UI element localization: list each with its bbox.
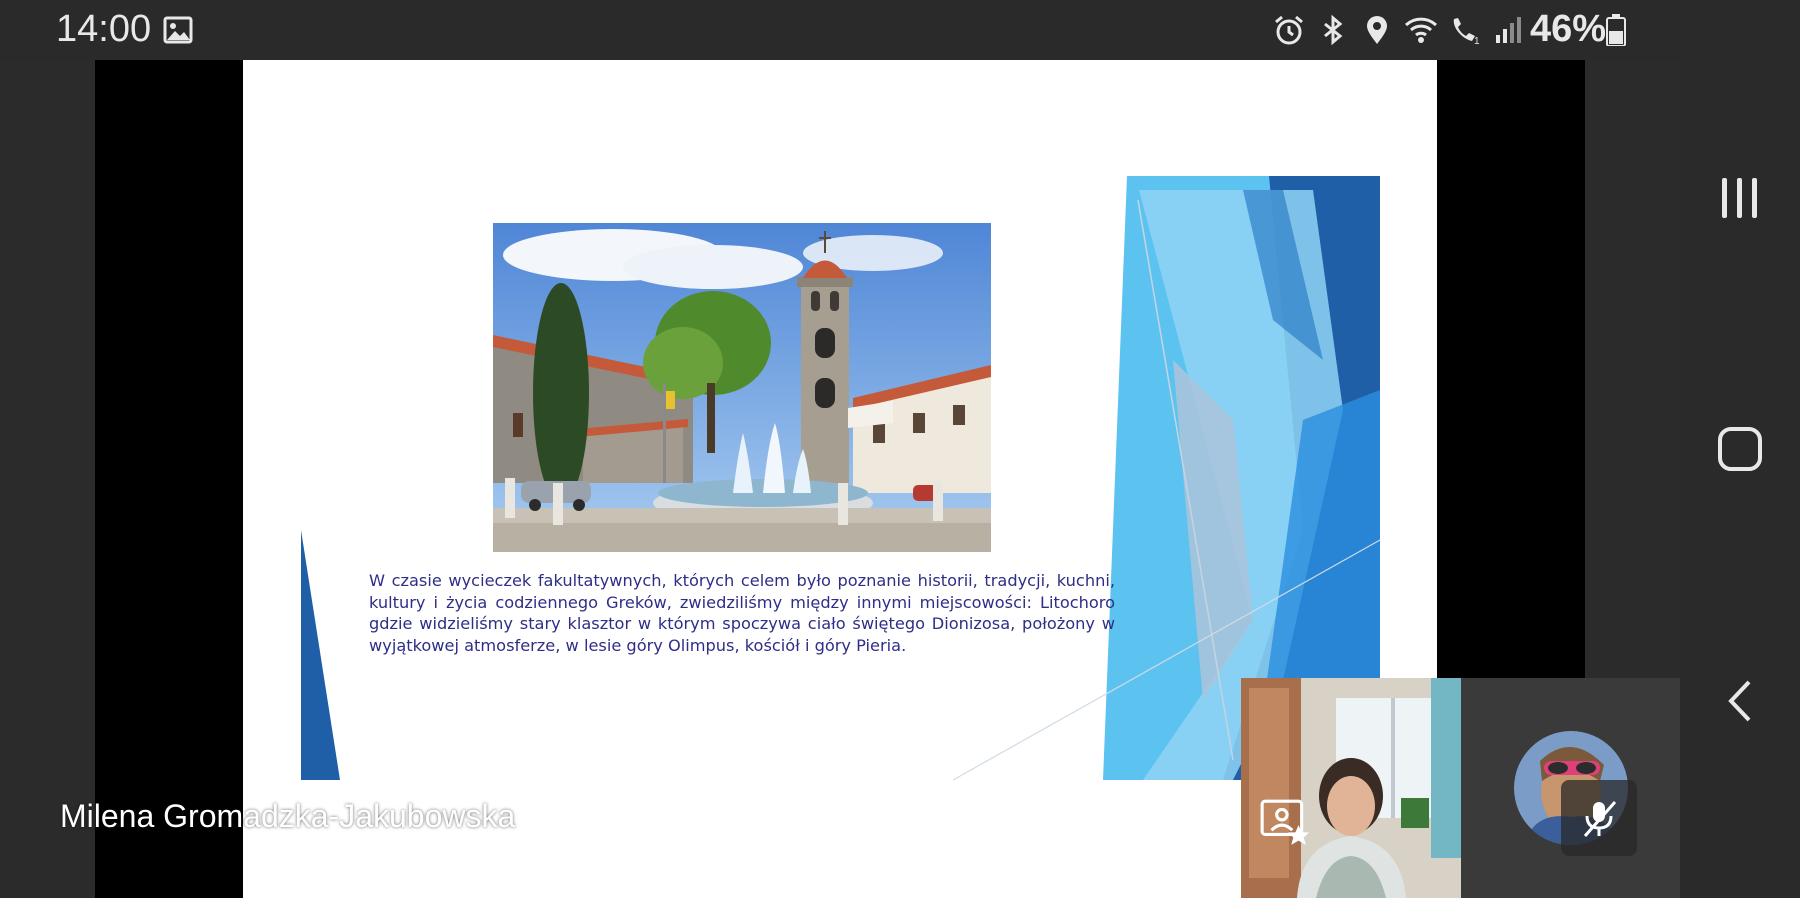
- alarm-icon: [1275, 15, 1303, 45]
- back-icon: [1728, 680, 1751, 722]
- location-icon: [1367, 16, 1387, 44]
- recents-icon: [1722, 178, 1757, 218]
- recents-button[interactable]: [1710, 168, 1770, 228]
- bluetooth-icon: [1324, 14, 1343, 46]
- self-video-feed: [1241, 678, 1461, 898]
- participant-tile[interactable]: [1461, 678, 1680, 898]
- home-button[interactable]: [1710, 419, 1770, 479]
- self-present-screen-icon: [1260, 799, 1309, 845]
- gallery-icon: [163, 16, 193, 44]
- status-icons: 1: [1272, 12, 1526, 48]
- wifi-calling-icon: 1: [1453, 18, 1480, 47]
- screen: 14:00 1 46% W czasie wycieczek fakultaty…: [0, 0, 1800, 898]
- status-bar: 14:00 1 46%: [0, 0, 1680, 60]
- back-button[interactable]: [1710, 671, 1770, 731]
- battery-percent: 46%: [1530, 8, 1607, 50]
- signal-icon: [1496, 17, 1521, 43]
- navigation-bar: [1680, 0, 1800, 898]
- presenter-name: Milena Gromadzka-Jakubowska: [60, 798, 516, 834]
- town-square-church-bell-tower-photo: [493, 223, 991, 552]
- mic-off-icon: [1583, 801, 1617, 837]
- slide-body-text: W czasie wycieczek fakultatywnych, który…: [369, 571, 1115, 655]
- status-time: 14:00: [56, 8, 152, 50]
- self-video-tile[interactable]: [1241, 678, 1461, 898]
- present-screen-icon[interactable]: [544, 798, 594, 846]
- svg-text:1: 1: [1474, 36, 1480, 47]
- wifi-icon: [1404, 17, 1438, 43]
- mic-off-badge: [1561, 780, 1637, 856]
- home-icon: [1718, 427, 1762, 471]
- battery-icon: [1606, 14, 1626, 46]
- slide-photo: [493, 223, 991, 552]
